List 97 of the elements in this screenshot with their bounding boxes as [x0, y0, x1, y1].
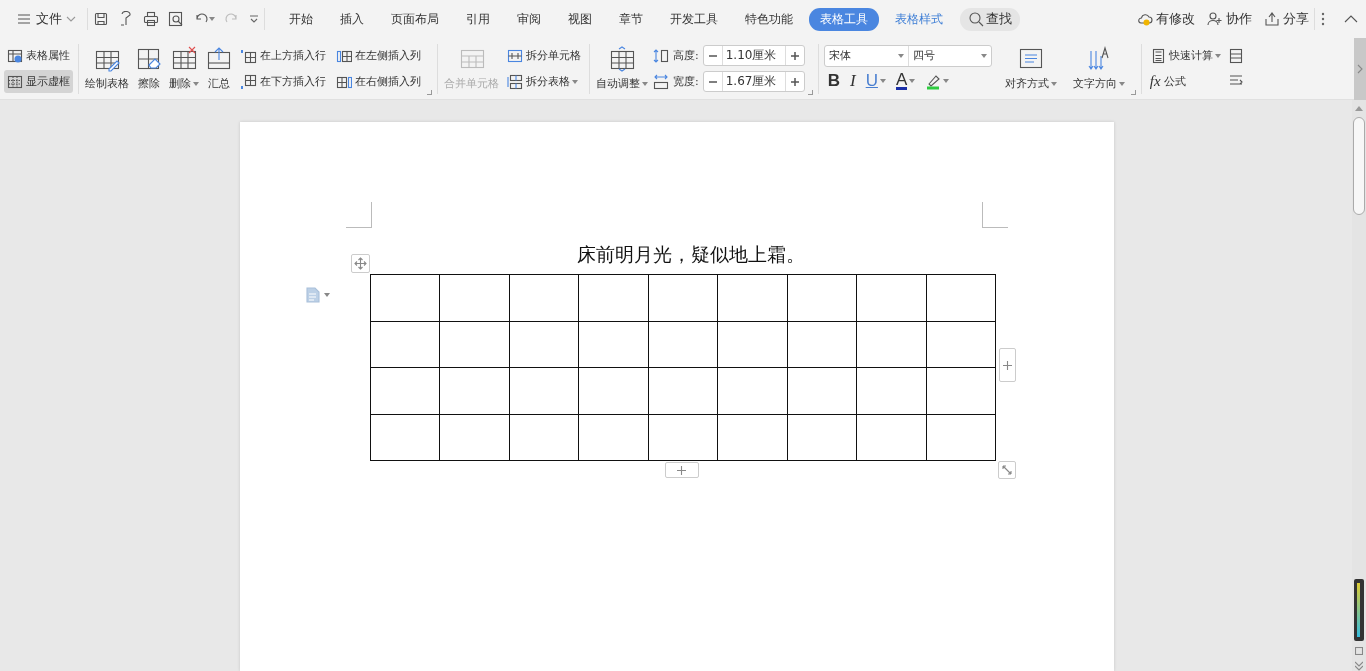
document-icon [305, 287, 320, 303]
ribbon-tab[interactable]: 章节 [608, 7, 654, 31]
summary-button[interactable]: 汇总 [204, 44, 234, 93]
save-button[interactable] [93, 11, 109, 27]
ribbon-tab[interactable]: 开发工具 [659, 7, 729, 31]
more-button[interactable] [1320, 11, 1326, 27]
scrollbar-thumb[interactable] [1353, 117, 1365, 215]
gridlines-toggle[interactable]: 显示虚框 [4, 70, 73, 93]
file-menu[interactable]: 文件 [10, 6, 82, 32]
ribbon-tab[interactable]: 页面布局 [380, 7, 450, 31]
autofit-button[interactable]: 自动调整 [595, 44, 649, 93]
caret-up-icon [1355, 106, 1363, 111]
formula-button[interactable]: fx 公式 [1146, 70, 1224, 93]
chevron-right-icon [1357, 63, 1363, 74]
erase-button[interactable]: 擦除 [134, 44, 164, 93]
draw-button[interactable]: 绘制表格 [84, 44, 130, 93]
margin-corner-mark [982, 202, 1008, 228]
search-button[interactable]: 查找 [960, 7, 1020, 31]
plus-icon [789, 50, 800, 61]
people-action[interactable]: 协作 [1207, 10, 1252, 28]
caret-icon [323, 293, 330, 297]
ribbon-tab[interactable]: 审阅 [506, 7, 552, 31]
ribbon-tab[interactable]: 引用 [455, 7, 501, 31]
ribbon-tab[interactable]: 视图 [557, 7, 603, 31]
column-width-icon [653, 73, 669, 90]
cloud-icon [1137, 11, 1153, 27]
width-field[interactable]: 1.67厘米 [702, 71, 805, 92]
chevron-up-icon [1344, 14, 1358, 24]
height-field[interactable]: 1.10厘米 [702, 45, 805, 66]
ribbon-tab[interactable]: 特色功能 [734, 7, 804, 31]
underline-button[interactable]: U [865, 71, 886, 91]
insert-row-above-icon [241, 47, 257, 64]
font-color-button[interactable]: A [895, 72, 916, 90]
split-cells-icon [507, 47, 523, 64]
print-button[interactable] [143, 11, 159, 27]
table-eraser-icon [135, 46, 163, 72]
move-icon [353, 257, 367, 270]
insert-row-below-icon [241, 73, 257, 90]
print-preview-button[interactable] [168, 11, 184, 27]
split-table-icon [507, 73, 523, 90]
align-button[interactable]: 对齐方式 [1003, 44, 1058, 93]
preview-icon [168, 11, 184, 27]
table-grid-icon [7, 73, 23, 90]
split-table-button[interactable]: 拆分表格 [504, 70, 584, 93]
formula-icon: fx [1149, 73, 1161, 90]
ribbon-tab[interactable]: 开始 [278, 7, 324, 31]
field-label: 高度: [673, 48, 699, 63]
more-icon [1320, 11, 1326, 27]
margin-corner-mark [346, 202, 372, 228]
vertical-scrollbar[interactable] [1352, 100, 1366, 671]
add-column-button[interactable] [999, 348, 1017, 382]
collapse-button[interactable] [1344, 14, 1358, 24]
delete-button[interactable]: 删除 [168, 44, 200, 93]
save-icon [93, 11, 109, 27]
double-chevron-down-icon [1355, 661, 1363, 671]
table-delete-icon [170, 46, 198, 72]
direction-button[interactable]: 文字方向 [1071, 44, 1126, 93]
share-action[interactable]: 分享 [1264, 10, 1309, 28]
share-icon [1264, 11, 1280, 27]
add-row-button[interactable] [664, 462, 699, 478]
search-icon [968, 11, 984, 27]
document-title: 床前明月光，疑似地上霜。 [577, 242, 805, 267]
ribbon-tab[interactable]: 表格工具 [809, 7, 879, 31]
row-height-icon [653, 47, 669, 64]
plus-icon [1003, 360, 1013, 370]
autofit-icon [608, 46, 636, 72]
row-above-button[interactable]: 在上方插入行 [238, 44, 329, 67]
menu-icon [16, 11, 32, 27]
col-left-button[interactable]: 在左侧插入列 [333, 44, 424, 67]
person-add-icon [1207, 11, 1223, 27]
chevron-down-icon [249, 14, 259, 24]
printer-icon [143, 11, 159, 27]
properties-toggle[interactable]: 表格属性 [4, 44, 73, 67]
chevron-down-icon [66, 15, 76, 23]
ribbon-tab[interactable]: 插入 [329, 7, 375, 31]
calc-button[interactable]: 快速计算 [1146, 44, 1224, 67]
paragraph-tool-button[interactable] [305, 287, 330, 303]
col-right-button[interactable]: 在右侧插入列 [333, 70, 424, 93]
caret-icon [209, 17, 215, 21]
level-meter-icon [1354, 579, 1364, 641]
page-icon [1355, 647, 1363, 655]
sum-icon [205, 46, 233, 72]
split-cells-button[interactable]: 拆分单元格 [504, 44, 584, 67]
resize-icon [1001, 464, 1014, 476]
ribbon-tab[interactable]: 表格样式 [884, 7, 954, 31]
table-calc-icon [1227, 48, 1244, 64]
customize-button[interactable] [249, 14, 259, 24]
bold-button[interactable]: B [827, 71, 840, 91]
field-label: 宽度: [673, 74, 699, 89]
italic-button[interactable]: I [850, 71, 856, 91]
plus-icon [789, 76, 800, 87]
cloud-action[interactable]: 有修改 [1137, 10, 1195, 28]
table-properties-icon [7, 47, 23, 64]
row-below-button[interactable]: 在下方插入行 [238, 70, 329, 93]
plus-icon [677, 465, 687, 475]
table-move-handle[interactable] [350, 254, 370, 273]
table-resize-handle[interactable] [998, 461, 1017, 479]
